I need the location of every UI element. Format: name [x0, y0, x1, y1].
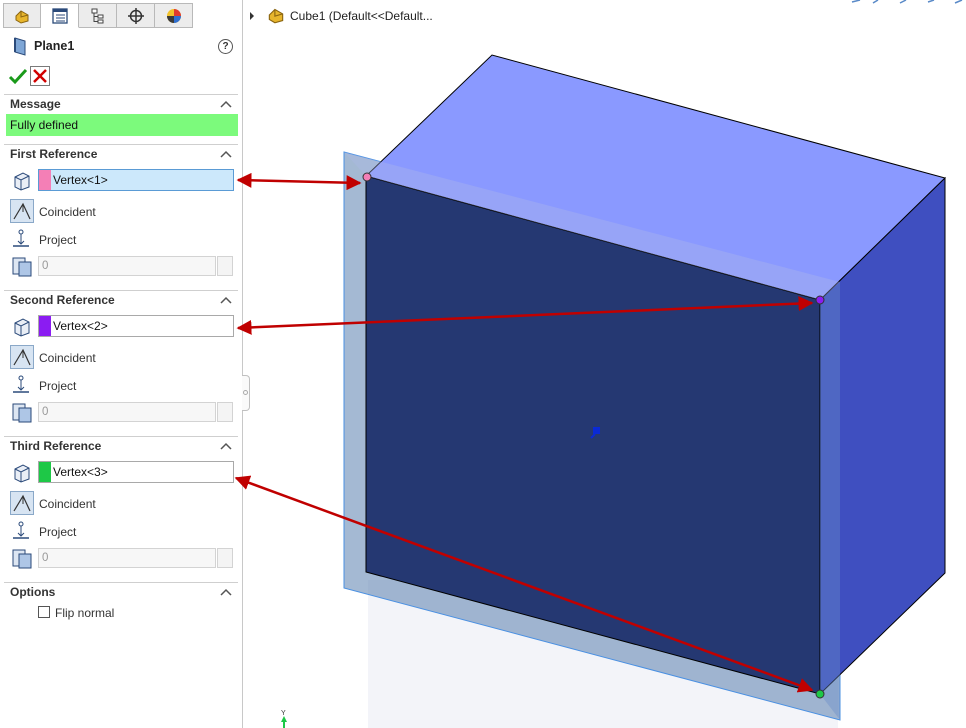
expand-arrow-icon[interactable]: [248, 11, 256, 21]
y-axis-label: Y: [281, 710, 286, 717]
vertex-2: [815, 295, 825, 305]
part-icon: [268, 8, 284, 24]
arrow-vertex-1: [236, 172, 362, 191]
graphics-viewport[interactable]: Y: [0, 0, 966, 728]
vertex-1: [362, 172, 372, 182]
feature-tree-root[interactable]: Cube1 (Default<<Default...: [290, 9, 433, 23]
vertex-3: [815, 689, 825, 699]
